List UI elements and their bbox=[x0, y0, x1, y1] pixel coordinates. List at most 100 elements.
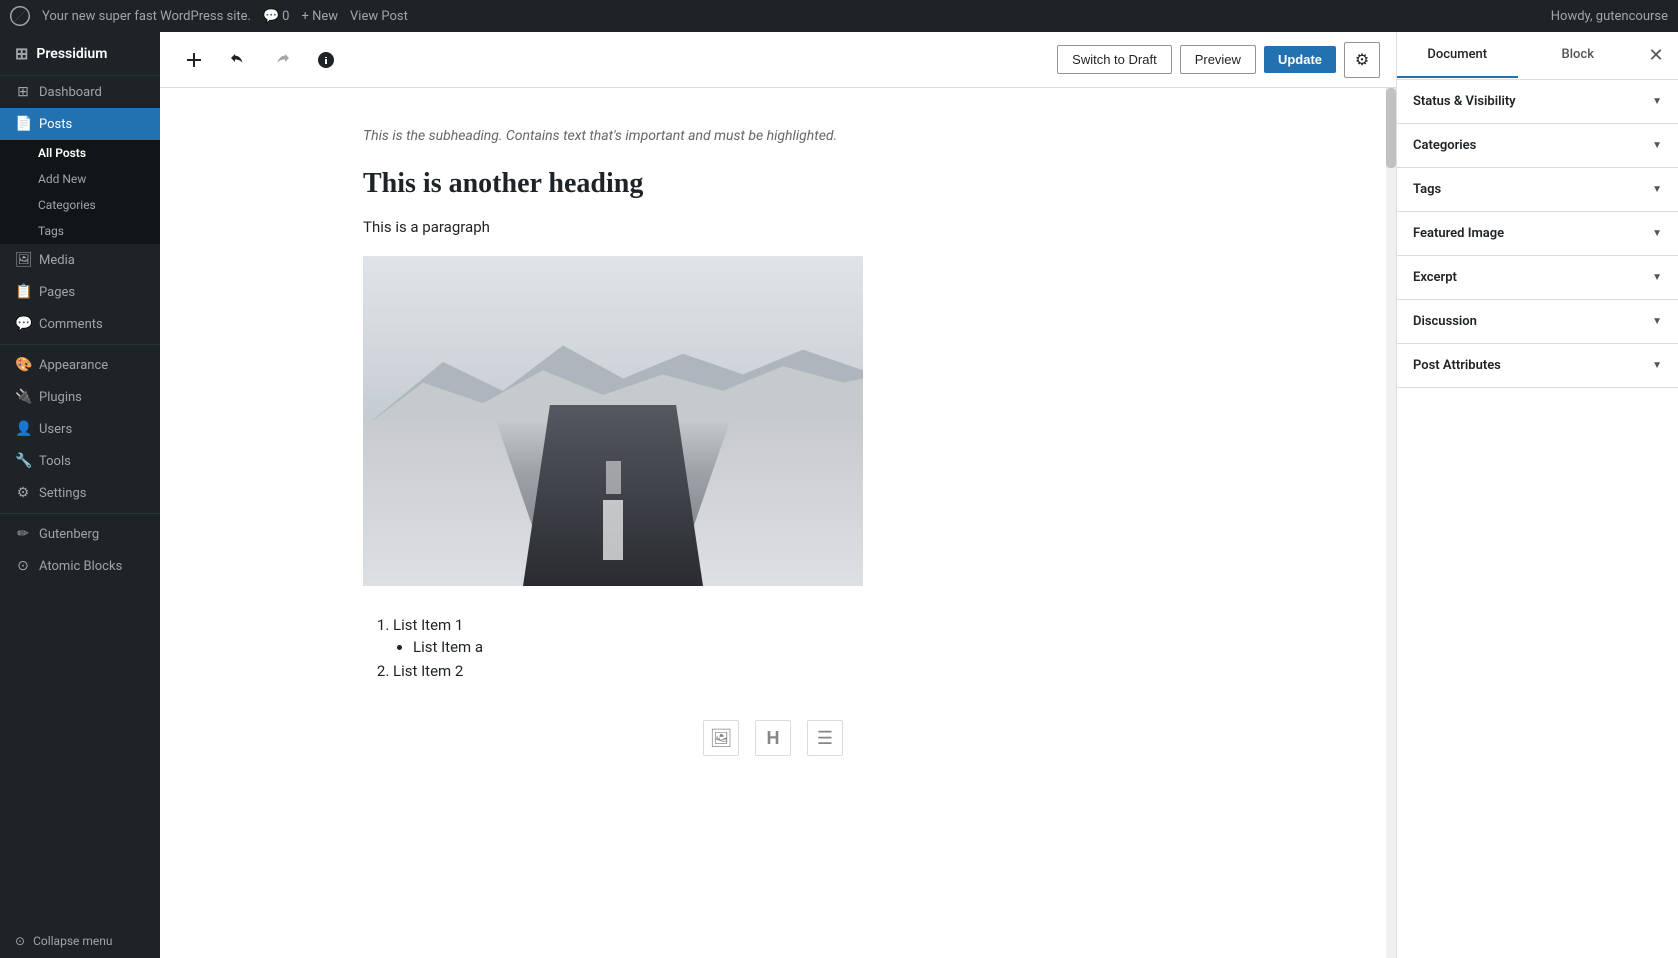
update-button[interactable]: Update bbox=[1264, 46, 1336, 73]
adminbar-new-button[interactable]: + New bbox=[301, 9, 338, 24]
section-discussion: Discussion ▼ bbox=[1397, 300, 1678, 344]
section-discussion-header[interactable]: Discussion ▼ bbox=[1397, 300, 1678, 343]
ordered-list[interactable]: List Item 1 List Item a List Item 2 bbox=[393, 616, 1183, 680]
insert-list-button[interactable]: ☰ bbox=[807, 720, 843, 756]
insert-heading-button[interactable]: H bbox=[755, 720, 791, 756]
comment-count: 0 bbox=[282, 9, 289, 24]
section-excerpt-header[interactable]: Excerpt ▼ bbox=[1397, 256, 1678, 299]
sidebar: ⊞ Pressidium ⊞ Dashboard 📄 Posts All Pos… bbox=[0, 32, 160, 958]
sidebar-item-label: Gutenberg bbox=[39, 527, 99, 542]
sidebar-item-pages[interactable]: 📋 Pages bbox=[0, 276, 160, 308]
section-label: Status & Visibility bbox=[1413, 94, 1516, 109]
section-label: Excerpt bbox=[1413, 270, 1457, 285]
section-categories: Categories ▼ bbox=[1397, 124, 1678, 168]
brand-label: Pressidium bbox=[36, 46, 107, 62]
chevron-down-icon: ▼ bbox=[1652, 228, 1662, 239]
sidebar-item-label: Atomic Blocks bbox=[39, 559, 122, 574]
adminbar-comments[interactable]: 💬 0 bbox=[263, 9, 290, 24]
sidebar-item-media[interactable]: 🖼 Media bbox=[0, 244, 160, 276]
redo-button[interactable] bbox=[264, 42, 300, 78]
main-layout: ⊞ Pressidium ⊞ Dashboard 📄 Posts All Pos… bbox=[0, 32, 1678, 958]
section-status-visibility: Status & Visibility ▼ bbox=[1397, 80, 1678, 124]
section-status-visibility-header[interactable]: Status & Visibility ▼ bbox=[1397, 80, 1678, 123]
section-tags-header[interactable]: Tags ▼ bbox=[1397, 168, 1678, 211]
road-line-2 bbox=[606, 461, 621, 494]
subheading-text[interactable]: This is the subheading. Contains text th… bbox=[363, 128, 1183, 144]
editor-content[interactable]: This is the subheading. Contains text th… bbox=[160, 88, 1386, 958]
sidebar-item-atomic-blocks[interactable]: ⊙ Atomic Blocks bbox=[0, 550, 160, 582]
sidebar-separator-2 bbox=[0, 513, 160, 514]
panel-close-button[interactable]: ✕ bbox=[1638, 38, 1674, 74]
tab-block[interactable]: Block bbox=[1518, 33, 1639, 78]
block-inserter-row: 🖼 H ☰ bbox=[363, 710, 1183, 766]
list-item-text: List Item 1 bbox=[393, 616, 463, 634]
section-post-attributes-header[interactable]: Post Attributes ▼ bbox=[1397, 344, 1678, 387]
appearance-icon: 🎨 bbox=[15, 357, 31, 373]
redo-icon bbox=[272, 50, 292, 70]
paragraph-text[interactable]: This is a paragraph bbox=[363, 218, 1183, 236]
sidebar-menu: ⊞ Dashboard 📄 Posts All Posts Add New Ca… bbox=[0, 76, 160, 924]
add-block-button[interactable] bbox=[176, 42, 212, 78]
sidebar-item-label: Pages bbox=[39, 285, 75, 300]
sidebar-brand[interactable]: ⊞ Pressidium bbox=[0, 32, 160, 76]
settings-icon: ⚙ bbox=[15, 485, 31, 501]
undo-button[interactable] bbox=[220, 42, 256, 78]
plugins-icon: 🔌 bbox=[15, 389, 31, 405]
add-block-icon bbox=[184, 50, 204, 70]
sidebar-subitem-categories[interactable]: Categories bbox=[0, 192, 160, 218]
sidebar-item-appearance[interactable]: 🎨 Appearance bbox=[0, 349, 160, 381]
editor-scrollbar[interactable] bbox=[1386, 88, 1396, 958]
sidebar-item-label: Media bbox=[39, 253, 75, 268]
wordpress-logo bbox=[10, 6, 30, 26]
section-tags: Tags ▼ bbox=[1397, 168, 1678, 212]
sidebar-subitem-tags[interactable]: Tags bbox=[0, 218, 160, 244]
sidebar-item-gutenberg[interactable]: ✏ Gutenberg bbox=[0, 518, 160, 550]
sidebar-item-tools[interactable]: 🔧 Tools bbox=[0, 445, 160, 477]
brand-icon: ⊞ bbox=[15, 44, 28, 63]
insert-image-button[interactable]: 🖼 bbox=[703, 720, 739, 756]
tab-document[interactable]: Document bbox=[1397, 33, 1518, 78]
heading-text[interactable]: This is another heading bbox=[363, 168, 1183, 200]
list-item: List Item 2 bbox=[393, 662, 1183, 680]
settings-gear-icon: ⚙ bbox=[1355, 50, 1369, 70]
sublist: List Item a bbox=[413, 638, 1183, 656]
sidebar-item-comments[interactable]: 💬 Comments bbox=[0, 308, 160, 340]
atomic-blocks-icon: ⊙ bbox=[15, 558, 31, 574]
subitem-label: Tags bbox=[38, 224, 64, 238]
undo-icon bbox=[228, 50, 248, 70]
section-featured-image-header[interactable]: Featured Image ▼ bbox=[1397, 212, 1678, 255]
pages-icon: 📋 bbox=[15, 284, 31, 300]
sidebar-item-settings[interactable]: ⚙ Settings bbox=[0, 477, 160, 509]
image-block[interactable] bbox=[363, 256, 863, 586]
info-icon bbox=[316, 50, 336, 70]
scrollbar-thumb[interactable] bbox=[1386, 88, 1396, 168]
sidebar-subitem-all-posts[interactable]: All Posts bbox=[0, 140, 160, 166]
sublist-item: List Item a bbox=[413, 638, 1183, 656]
sidebar-item-dashboard[interactable]: ⊞ Dashboard bbox=[0, 76, 160, 108]
sidebar-item-users[interactable]: 👤 Users bbox=[0, 413, 160, 445]
editor-toolbar: Switch to Draft Preview Update ⚙ bbox=[160, 32, 1396, 88]
sidebar-item-label: Users bbox=[39, 422, 72, 437]
preview-button[interactable]: Preview bbox=[1180, 45, 1256, 74]
tools-icon: 🔧 bbox=[15, 453, 31, 469]
section-categories-header[interactable]: Categories ▼ bbox=[1397, 124, 1678, 167]
right-panel: Document Block ✕ Status & Visibility ▼ C… bbox=[1396, 32, 1678, 958]
collapse-menu-button[interactable]: ⊙ Collapse menu bbox=[0, 924, 160, 958]
gutenberg-icon: ✏ bbox=[15, 526, 31, 542]
sublist-item-text: List Item a bbox=[413, 638, 483, 656]
settings-button[interactable]: ⚙ bbox=[1344, 42, 1380, 78]
sidebar-subitem-add-new[interactable]: Add New bbox=[0, 166, 160, 192]
admin-bar: Your new super fast WordPress site. 💬 0 … bbox=[0, 0, 1678, 32]
sidebar-item-posts[interactable]: 📄 Posts bbox=[0, 108, 160, 140]
adminbar-viewpost-button[interactable]: View Post bbox=[350, 9, 408, 24]
editor-inner: This is the subheading. Contains text th… bbox=[343, 128, 1203, 766]
sidebar-item-plugins[interactable]: 🔌 Plugins bbox=[0, 381, 160, 413]
list-item: List Item 1 List Item a bbox=[393, 616, 1183, 656]
adminbar-site-name[interactable]: Your new super fast WordPress site. bbox=[42, 9, 251, 24]
road-scene bbox=[363, 256, 863, 586]
info-button[interactable] bbox=[308, 42, 344, 78]
collapse-label: Collapse menu bbox=[33, 934, 112, 948]
switch-draft-button[interactable]: Switch to Draft bbox=[1057, 45, 1172, 74]
road-line-1 bbox=[603, 500, 623, 559]
sidebar-item-label: Settings bbox=[39, 486, 86, 501]
